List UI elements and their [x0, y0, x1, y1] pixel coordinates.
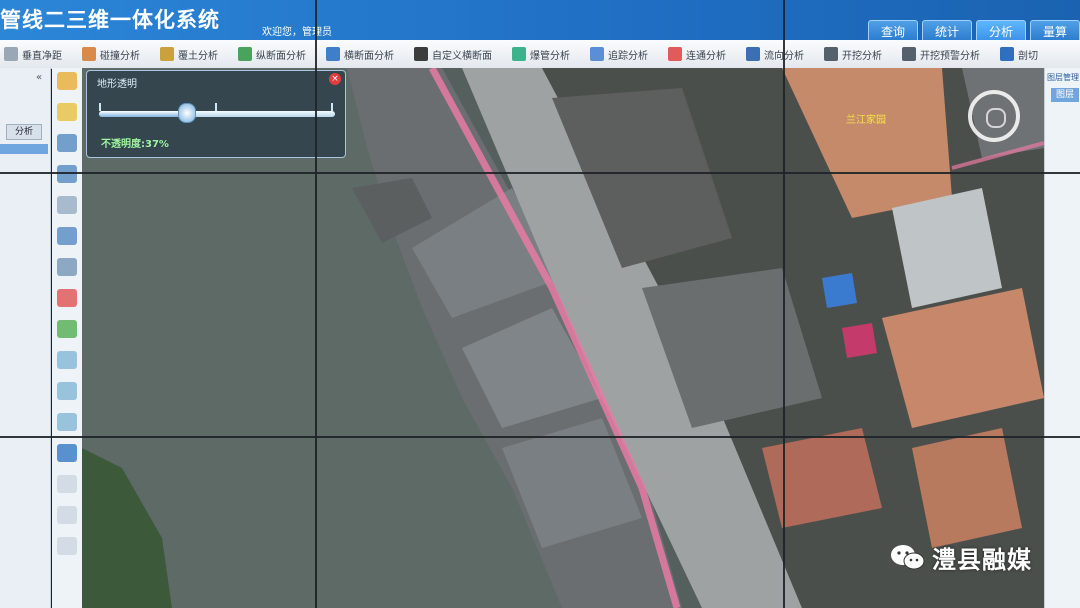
left-panel: « 分析: [0, 68, 51, 608]
display-seam: [783, 0, 785, 608]
terrain-icon[interactable]: [57, 196, 77, 214]
cube-icon[interactable]: [57, 537, 77, 555]
monitor-icon[interactable]: [57, 165, 77, 183]
tool-label: 碰撞分析: [100, 50, 140, 62]
screen-icon[interactable]: [57, 227, 77, 245]
tool-vertical-distance[interactable]: 垂直净距: [4, 47, 62, 62]
tool-label: 爆管分析: [530, 50, 570, 62]
tool-label: 纵断面分析: [256, 50, 306, 62]
longitudinal-section-icon: [238, 47, 252, 61]
title-bar: 管线二三维一体化系统 欢迎您，管理员 查询 统计 分析 量算: [0, 0, 1080, 42]
watermark-text: 澧县融媒: [932, 546, 1032, 574]
snow-icon[interactable]: [57, 382, 77, 400]
tool-pipe-burst[interactable]: 爆管分析: [512, 47, 570, 62]
collapse-icon[interactable]: «: [36, 72, 42, 83]
info-icon[interactable]: [57, 444, 77, 462]
white-roof: [892, 188, 1002, 308]
selected-row[interactable]: [0, 144, 48, 154]
tool-cover-soil[interactable]: 覆土分析: [160, 47, 218, 62]
flow-direction-icon: [746, 47, 760, 61]
custom-section-icon: [414, 47, 428, 61]
app-title: 管线二三维一体化系统: [0, 8, 220, 32]
analysis-button[interactable]: 分析: [6, 124, 42, 140]
tool-collision[interactable]: 碰撞分析: [82, 47, 140, 62]
draw-line-icon[interactable]: [57, 134, 77, 152]
map-place-label: 兰江家园: [846, 115, 886, 126]
grid-icon[interactable]: [57, 320, 77, 338]
tool-label: 横断面分析: [344, 50, 394, 62]
tool-label: 自定义横断面: [432, 50, 492, 62]
compass-icon[interactable]: [968, 90, 1020, 142]
watermark: 澧县融媒: [890, 540, 1032, 575]
tool-label: 覆土分析: [178, 50, 218, 62]
tool-flow-direction[interactable]: 流向分析: [746, 47, 804, 62]
slider-tick: [331, 103, 333, 111]
welcome-text: 欢迎您，管理员: [262, 27, 332, 38]
display-seam: [0, 436, 1080, 438]
panel-title: 地形透明: [97, 79, 137, 90]
vertical-distance-icon: [4, 47, 18, 61]
section-cut-icon: [1000, 47, 1014, 61]
pipe-burst-icon: [512, 47, 526, 61]
close-icon[interactable]: ×: [329, 73, 341, 85]
opacity-value: 不透明度:37%: [101, 139, 169, 150]
mountain-icon[interactable]: [57, 258, 77, 276]
tool-label: 开挖预警分析: [920, 50, 980, 62]
tool-label: 追踪分析: [608, 50, 648, 62]
tool-excavation-warning[interactable]: 开挖预警分析: [902, 47, 980, 62]
tool-label: 剖切: [1018, 50, 1038, 62]
right-panel: 图层管理 图层: [1044, 68, 1080, 608]
connectivity-icon: [668, 47, 682, 61]
water-icon[interactable]: [57, 413, 77, 431]
excavation-warning-icon: [902, 47, 916, 61]
nav-tab-analysis[interactable]: 分析: [975, 20, 1026, 42]
tool-cross-section[interactable]: 横断面分析: [326, 47, 394, 62]
red-roof: [912, 428, 1022, 548]
layers-icon[interactable]: [57, 103, 77, 121]
pencil-icon[interactable]: [57, 475, 77, 493]
slider-fill: [99, 111, 187, 117]
wechat-icon: [891, 544, 925, 569]
top-nav: 查询 统计 分析 量算: [867, 20, 1080, 42]
layer-tab[interactable]: 图层: [1051, 88, 1079, 102]
nav-tab-statistics[interactable]: 统计: [921, 20, 972, 42]
rainbow-icon[interactable]: [57, 72, 77, 90]
display-seam: [315, 0, 317, 608]
slider-tick: [99, 103, 101, 111]
nav-tab-measure[interactable]: 量算: [1029, 20, 1080, 42]
tool-custom-section[interactable]: 自定义横断面: [414, 47, 492, 62]
tool-excavation[interactable]: 开挖分析: [824, 47, 882, 62]
excavation-icon: [824, 47, 838, 61]
tool-label: 垂直净距: [22, 50, 62, 62]
weather-icon[interactable]: [57, 351, 77, 369]
blue-roof: [822, 273, 857, 308]
slider-handle[interactable]: [178, 103, 197, 123]
opacity-slider[interactable]: [99, 103, 335, 123]
display-seam: [0, 172, 1080, 174]
tool-icon-column: [52, 68, 83, 608]
layer-panel-header: 图层管理: [1047, 73, 1079, 82]
terrain-opacity-panel: 地形透明 × 不透明度:37%: [86, 70, 346, 158]
tool-label: 开挖分析: [842, 50, 882, 62]
tool-label: 连通分析: [686, 50, 726, 62]
trace-icon: [590, 47, 604, 61]
collision-icon: [82, 47, 96, 61]
slider-tick: [215, 103, 217, 111]
tool-connectivity[interactable]: 连通分析: [668, 47, 726, 62]
tool-longitudinal-section[interactable]: 纵断面分析: [238, 47, 306, 62]
cross-section-icon: [326, 47, 340, 61]
nav-tab-query[interactable]: 查询: [867, 20, 918, 42]
tool-trace[interactable]: 追踪分析: [590, 47, 648, 62]
analysis-toolbar: 垂直净距 碰撞分析 覆土分析 纵断面分析 横断面分析 自定义横断面 爆管分析 追踪分析 连通分析…: [0, 40, 1080, 69]
cover-soil-icon: [160, 47, 174, 61]
tool-section-cut[interactable]: 剖切: [1000, 47, 1038, 62]
marker-icon[interactable]: [57, 506, 77, 524]
blocks-icon[interactable]: [57, 289, 77, 307]
magenta-roof: [842, 323, 877, 358]
